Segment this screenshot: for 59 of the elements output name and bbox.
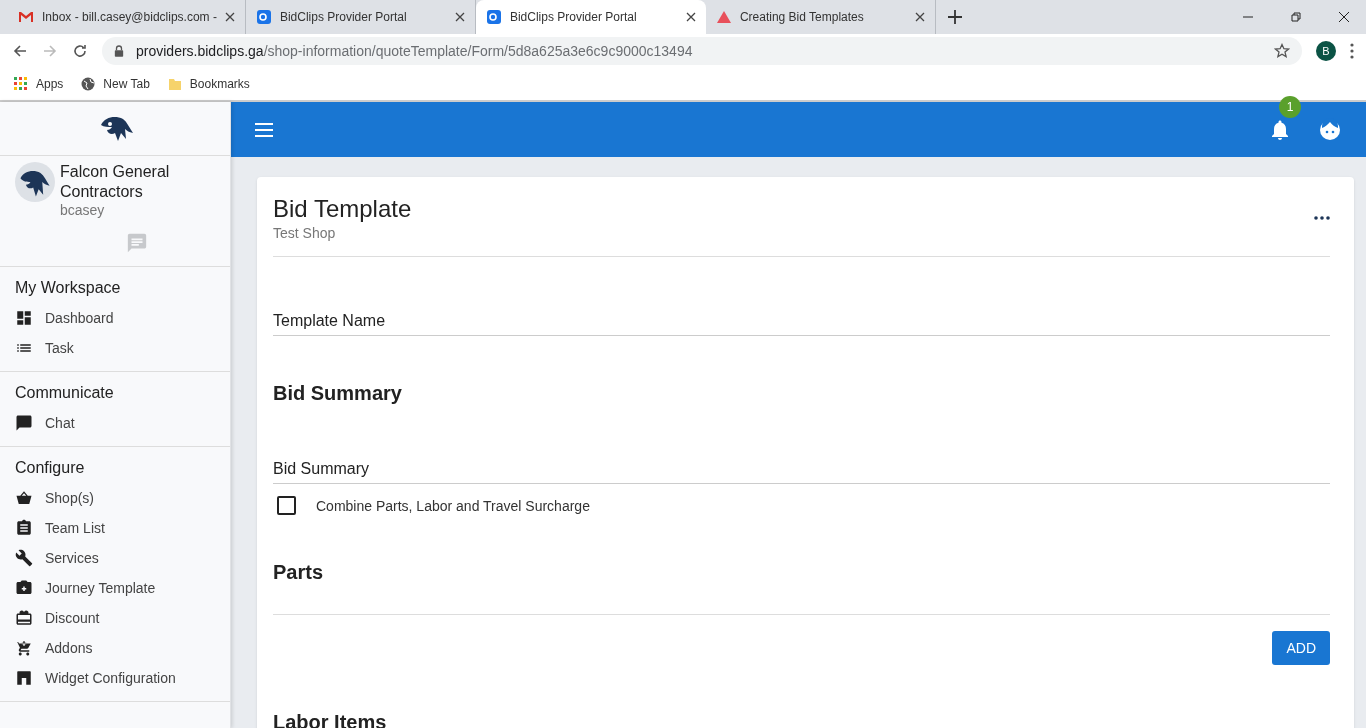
nav-item[interactable]: Dashboard [15,303,230,333]
username: bcasey [60,202,106,218]
mail-icon [18,9,34,25]
plus-icon[interactable] [947,10,962,24]
triangle-icon [715,9,732,25]
bookmark[interactable]: New Tab [81,77,150,91]
bookmark[interactable]: Bookmarks [167,77,250,91]
restore-icon[interactable] [1290,11,1302,23]
cart-icon [15,639,33,657]
back-icon[interactable] [12,43,28,59]
folder-icon [167,77,182,91]
nav-item[interactable]: Widget Configuration [15,663,230,693]
bookmark[interactable]: Apps [14,77,64,91]
close-icon[interactable] [224,12,235,22]
section-heading: Bid Summary [273,382,402,404]
close-icon[interactable] [914,12,925,22]
input-field[interactable]: Bid Summary [273,460,1330,484]
section-heading: Parts [273,561,324,583]
checkbox-label: Combine Parts, Labor and Travel Surcharge [316,497,590,514]
chat-icon [15,414,33,432]
close-icon[interactable] [685,12,696,22]
address-field[interactable]: providers.bidclips.ga/shop-information/quoteTemplate/Form/5d8a625a3e6c9c9000c13494 [102,37,1302,65]
card-title: Bid Template [273,195,412,223]
dashboard-icon [15,309,33,327]
nav-item[interactable]: Addons [15,633,230,663]
wrench-icon [15,549,33,567]
company-name: Falcon General Contractors [60,162,171,202]
more-icon[interactable] [1314,216,1330,220]
nav-item[interactable]: Shop(s) [15,483,230,513]
menu-icon[interactable] [255,122,273,137]
portal-icon [485,9,502,25]
portal-icon [255,9,272,25]
nav-item[interactable]: Services [15,543,230,573]
nav-item[interactable]: Discount [15,603,230,633]
basket-icon [15,489,33,507]
reload-icon[interactable] [72,43,88,59]
lock-icon [114,45,124,57]
section-title: Communicate [15,383,115,403]
card-subtitle: Test Shop [273,225,337,241]
browser-tab[interactable]: BidClips Provider Portal [475,0,706,34]
close-icon[interactable] [1338,11,1350,23]
falcon-avatar [15,162,55,202]
nav-item[interactable]: Journey Template [15,573,230,603]
globe-icon [81,77,96,91]
checkbox[interactable] [277,496,296,515]
face-icon[interactable] [1318,117,1342,142]
profile-avatar[interactable]: B [1316,41,1336,61]
star-icon[interactable] [1274,43,1290,59]
apps-grid-icon [14,77,28,91]
nav-item[interactable]: Team List [15,513,230,543]
section-title: Configure [15,458,86,478]
input-field[interactable]: Template Name [273,312,1330,336]
clipboard-icon [15,519,33,537]
section-title: My Workspace [15,278,122,298]
nav-item[interactable]: Task [15,333,230,363]
menu-icon[interactable] [1350,43,1354,59]
add-button[interactable]: ADD [1272,631,1330,665]
nav-item[interactable]: Chat [15,408,230,438]
close-icon[interactable] [454,12,465,22]
